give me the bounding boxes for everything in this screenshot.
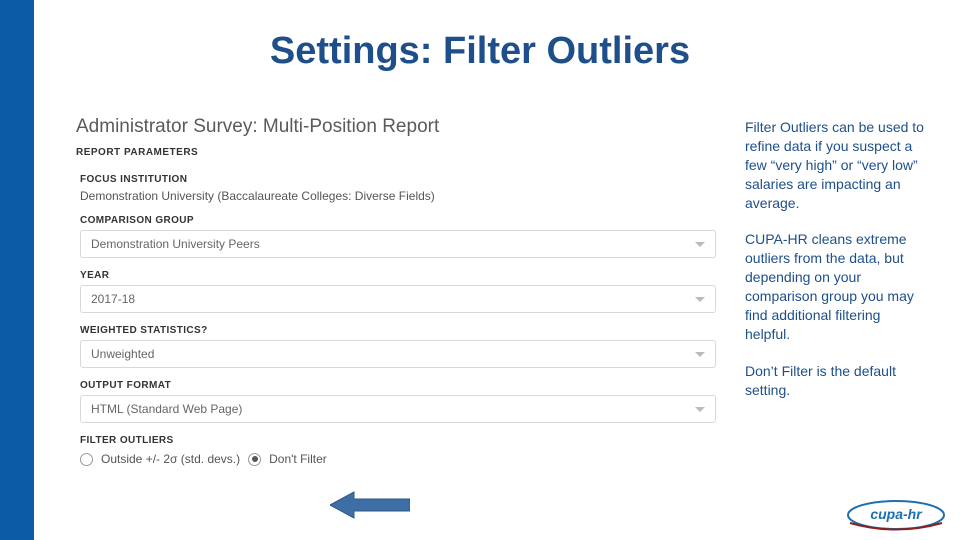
dropdown-year[interactable]: 2017-18 [80, 285, 716, 313]
dropdown-weighted[interactable]: Unweighted [80, 340, 716, 368]
label-year: YEAR [80, 270, 730, 281]
radio-label-outside-2sigma: Outside +/- 2σ (std. devs.) [101, 452, 240, 466]
label-output-format: OUTPUT FORMAT [80, 380, 730, 391]
explanation-p3: Don’t Filter is the default setting. [745, 362, 925, 400]
explanation-p2: CUPA-HR cleans extreme outliers from the… [745, 230, 925, 343]
label-comparison-group: COMPARISON GROUP [80, 215, 730, 226]
label-weighted: WEIGHTED STATISTICS? [80, 325, 730, 336]
explanation-p1: Filter Outliers can be used to refine da… [745, 118, 925, 212]
report-parameters-panel: Administrator Survey: Multi-Position Rep… [70, 110, 730, 510]
slide-title: Settings: Filter Outliers [0, 30, 960, 73]
radio-dont-filter[interactable] [248, 453, 261, 466]
label-filter-outliers: FILTER OUTLIERS [80, 435, 730, 446]
chevron-down-icon [695, 352, 705, 357]
value-focus-institution: Demonstration University (Baccalaureate … [80, 189, 730, 203]
report-title: Administrator Survey: Multi-Position Rep… [70, 110, 730, 142]
dropdown-value: Unweighted [91, 347, 154, 361]
dropdown-value: HTML (Standard Web Page) [91, 402, 242, 416]
dropdown-value: 2017-18 [91, 292, 135, 306]
chevron-down-icon [695, 407, 705, 412]
chevron-down-icon [695, 297, 705, 302]
radio-outside-2sigma[interactable] [80, 453, 93, 466]
dropdown-comparison-group[interactable]: Demonstration University Peers [80, 230, 716, 258]
svg-text:cupa-hr: cupa-hr [870, 506, 923, 522]
report-parameters-badge: REPORT PARAMETERS [70, 145, 198, 162]
chevron-down-icon [695, 242, 705, 247]
cupa-hr-logo: cupa-hr [846, 496, 946, 534]
radio-label-dont-filter: Don't Filter [269, 452, 327, 466]
label-focus-institution: FOCUS INSTITUTION [80, 174, 730, 185]
left-accent-bar [0, 0, 34, 540]
dropdown-output-format[interactable]: HTML (Standard Web Page) [80, 395, 716, 423]
filter-outliers-radios: Outside +/- 2σ (std. devs.) Don't Filter [80, 452, 730, 466]
dropdown-value: Demonstration University Peers [91, 237, 260, 251]
explanation-text: Filter Outliers can be used to refine da… [745, 118, 925, 418]
